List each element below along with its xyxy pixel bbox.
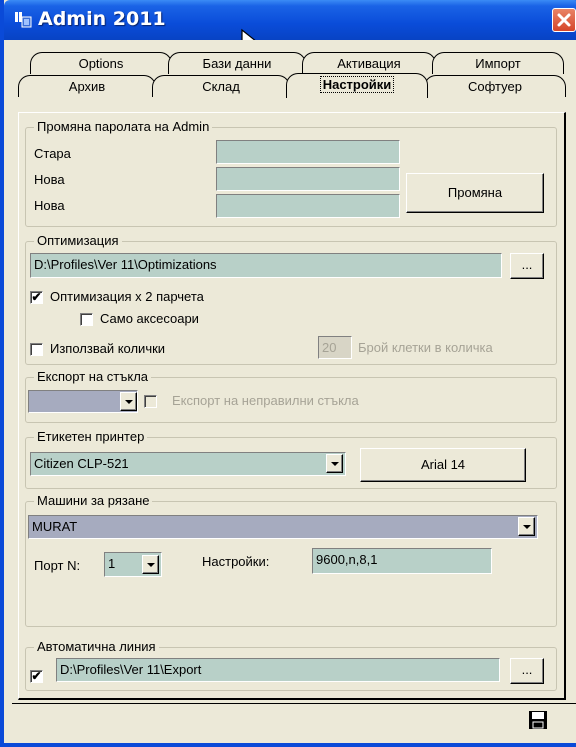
tab-options[interactable]: Options bbox=[30, 52, 172, 74]
tab-import[interactable]: Импорт bbox=[432, 52, 564, 74]
automatic-line-group: Автоматична линия ✔ D:\Profiles\Ver 11\E… bbox=[25, 639, 557, 691]
password-group-legend: Промяна паролата на Admin bbox=[34, 119, 213, 134]
client-area: Options Бази данни Активация Импорт Архи… bbox=[8, 40, 576, 743]
optimization-path-field[interactable]: D:\Profiles\Ver 11\Optimizations bbox=[30, 253, 502, 278]
port-label: Порт N: bbox=[34, 558, 81, 573]
cells-per-cart-label: Брой клетки в количка bbox=[358, 340, 493, 355]
label-printer-select[interactable]: Citizen CLP-521 bbox=[30, 452, 346, 476]
cells-per-cart-field[interactable]: 20 bbox=[318, 336, 352, 359]
port-settings-field[interactable]: 9600,n,8,1 bbox=[312, 548, 492, 574]
tab-archive[interactable]: Архив bbox=[18, 75, 156, 97]
use-carts-checkbox[interactable] bbox=[30, 343, 43, 356]
tab-label: Бази данни bbox=[202, 56, 272, 71]
title-bar[interactable]: Admin 2011 bbox=[4, 0, 576, 40]
chevron-down-icon[interactable] bbox=[120, 392, 137, 411]
export-invalid-label: Експорт на неправилни стъкла bbox=[172, 393, 359, 408]
optimization-browse-button[interactable]: ... bbox=[510, 253, 544, 279]
cutting-machines-group-legend: Машини за рязане bbox=[34, 493, 153, 508]
label-printer-group: Етикетен принтер Citizen CLP-521 Arial 1… bbox=[25, 429, 557, 489]
automatic-line-group-legend: Автоматична линия bbox=[34, 639, 159, 654]
old-password-label: Стара bbox=[34, 146, 71, 161]
new-password-field[interactable] bbox=[216, 167, 400, 191]
chevron-down-icon[interactable] bbox=[142, 555, 159, 574]
tab-databases[interactable]: Бази данни bbox=[168, 52, 306, 74]
tab-label: Архив bbox=[68, 79, 106, 94]
settings-tab-page: Промяна паролата на Admin Стара Нова Нов… bbox=[18, 112, 566, 700]
automatic-line-browse-button[interactable]: ... bbox=[510, 658, 544, 684]
new-password-confirm-label: Нова bbox=[34, 198, 65, 213]
export-glass-group: Експорт на стъкла Експорт на неправилни … bbox=[25, 369, 557, 423]
automatic-line-checkbox[interactable]: ✔ bbox=[30, 670, 43, 683]
chevron-down-icon[interactable] bbox=[326, 454, 343, 473]
use-carts-label: Използвай колички bbox=[50, 341, 166, 356]
close-button[interactable] bbox=[552, 8, 576, 32]
export-invalid-checkbox[interactable] bbox=[144, 395, 157, 408]
label-printer-group-legend: Етикетен принтер bbox=[34, 429, 148, 444]
optimization-x2-checkbox[interactable]: ✔ bbox=[30, 291, 43, 304]
new-password-label: Нова bbox=[34, 172, 65, 187]
app-icon bbox=[15, 12, 32, 28]
automatic-line-path-field[interactable]: D:\Profiles\Ver 11\Export bbox=[56, 658, 500, 682]
tab-label: Options bbox=[78, 56, 124, 71]
tab-bottom-edge bbox=[12, 700, 576, 704]
tab-label: Софтуер bbox=[468, 79, 522, 94]
old-password-field[interactable] bbox=[216, 140, 400, 164]
chevron-down-icon[interactable] bbox=[518, 517, 535, 536]
accessories-only-label: Само аксесоари bbox=[100, 311, 199, 326]
tab-label: Активация bbox=[337, 56, 401, 71]
tab-label: Настройки bbox=[319, 76, 395, 93]
export-glass-group-legend: Експорт на стъкла bbox=[34, 369, 152, 384]
cutting-machines-group: Машини за рязане MURAT Порт N: 1 Настрой… bbox=[25, 493, 557, 627]
close-icon bbox=[557, 13, 571, 27]
optimization-x2-label: Оптимизация х 2 парчета bbox=[50, 289, 204, 304]
tab-warehouse[interactable]: Склад bbox=[152, 75, 290, 97]
window-title: Admin 2011 bbox=[38, 8, 166, 30]
tab-software[interactable]: Софтуер bbox=[424, 75, 566, 97]
tab-label: Импорт bbox=[475, 56, 521, 71]
cutting-machine-select[interactable]: MURAT bbox=[28, 515, 538, 539]
tab-activation[interactable]: Активация bbox=[302, 52, 436, 74]
admin-window: Admin 2011 Options Бази данни Активация … bbox=[0, 0, 576, 747]
printer-font-button[interactable]: Arial 14 bbox=[360, 448, 526, 482]
accessories-only-checkbox[interactable] bbox=[80, 313, 93, 326]
optimization-group-legend: Оптимизация bbox=[34, 233, 122, 248]
tab-settings[interactable]: Настройки bbox=[286, 73, 428, 98]
settings-label: Настройки: bbox=[202, 554, 270, 569]
tab-label: Склад bbox=[202, 79, 240, 94]
save-icon[interactable] bbox=[528, 710, 548, 730]
new-password-confirm-field[interactable] bbox=[216, 194, 400, 218]
password-group: Промяна паролата на Admin Стара Нова Нов… bbox=[25, 119, 557, 227]
optimization-group: Оптимизация D:\Profiles\Ver 11\Optimizat… bbox=[25, 233, 557, 365]
change-password-button[interactable]: Промяна bbox=[406, 173, 544, 213]
